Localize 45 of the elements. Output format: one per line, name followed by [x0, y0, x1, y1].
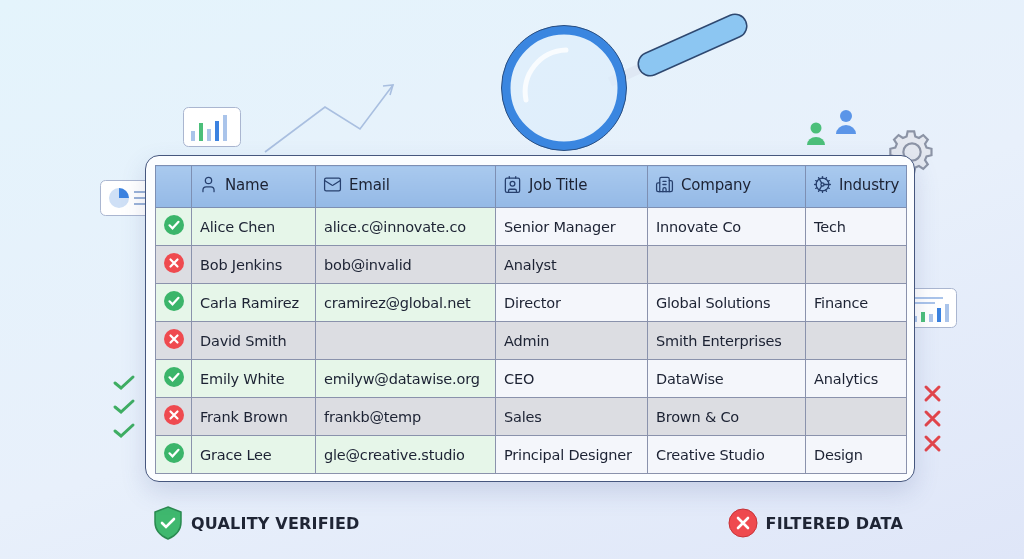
table-cell: Smith Enterprises — [647, 321, 806, 360]
mail-icon — [323, 175, 342, 194]
bar-chart-card-icon — [183, 107, 241, 147]
table-cell: Design — [805, 435, 907, 474]
table-cell: emilyw@datawise.org — [315, 359, 496, 398]
table-cell: Tech — [805, 207, 907, 246]
table-cell: Grace Lee — [191, 435, 316, 474]
table-cell: David Smith — [191, 321, 316, 360]
table-cell: Sales — [495, 397, 648, 436]
table-cell: Analyst — [495, 245, 648, 284]
person-icon — [199, 175, 218, 194]
table-cell: Alice Chen — [191, 207, 316, 246]
table-cell: Admin — [495, 321, 648, 360]
table-cell: alice.c@innovate.co — [315, 207, 496, 246]
table-cell: Emily White — [191, 359, 316, 398]
table-cell: Finance — [805, 283, 907, 322]
table-cell: CEO — [495, 359, 648, 398]
column-title: Industry — [839, 175, 900, 194]
table-cell: Brown & Co — [647, 397, 806, 436]
legend-label: QUALITY VERIFIED — [191, 513, 360, 533]
table-cell: bob@invalid — [315, 245, 496, 284]
table-cell: Analytics — [805, 359, 907, 398]
x-marks-drawing — [924, 385, 941, 453]
table-cell: DataWise — [647, 359, 806, 398]
table-cell: Senior Manager — [495, 207, 648, 246]
column-title: Job Title — [529, 175, 588, 194]
column-title: Email — [349, 175, 390, 194]
building-icon — [655, 175, 674, 194]
table-cell: Frank Brown — [191, 397, 316, 436]
table-cell: Director — [495, 283, 648, 322]
table-cell: cramirez@global.net — [315, 283, 496, 322]
table-cell: frankb@temp — [315, 397, 496, 436]
column-title: Name — [225, 175, 269, 194]
table-cell: Bob Jenkins — [191, 245, 316, 284]
table-cell: gle@creative.studio — [315, 435, 496, 474]
shield-check-icon — [153, 506, 183, 540]
table-cell: Carla Ramirez — [191, 283, 316, 322]
table-cell: Creative Studio — [647, 435, 806, 474]
column-title: Company — [681, 175, 751, 194]
table-cell: Innovate Co — [647, 207, 806, 246]
table-cell: Global Solutions — [647, 283, 806, 322]
table-cell: Principal Designer — [495, 435, 648, 474]
id-card-icon — [503, 175, 522, 194]
x-circle-icon — [727, 508, 758, 538]
legend-label: FILTERED DATA — [765, 513, 903, 533]
